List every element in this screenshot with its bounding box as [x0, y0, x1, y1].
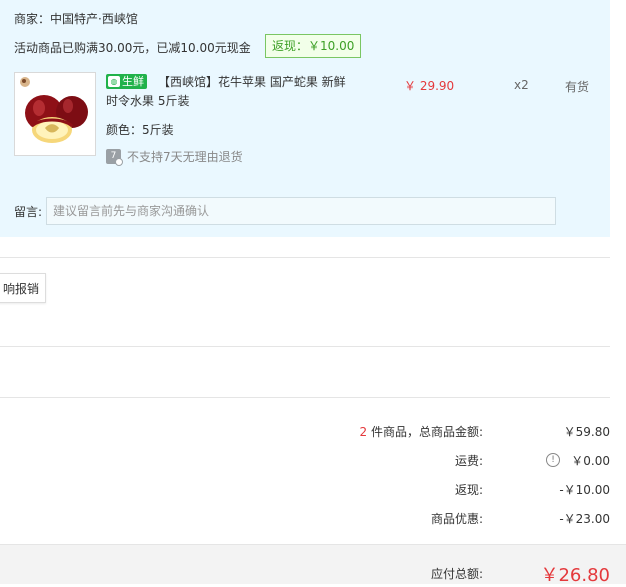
rebate-row: 返现: -￥10.00	[210, 481, 610, 499]
info-icon[interactable]: !	[546, 453, 560, 467]
promo-text: 活动商品已购满30.00元，已减10.00元现金	[14, 41, 251, 55]
total-panel: 应付总额: ￥26.80	[0, 544, 626, 586]
product-spec: 颜色：5斤装	[106, 123, 174, 137]
rebate-value: -￥10.00	[559, 483, 610, 497]
total-value: ￥26.80	[540, 565, 610, 586]
divider	[0, 397, 610, 398]
divider	[0, 346, 610, 347]
note-input[interactable]	[46, 197, 556, 225]
rebate-tag: 返现：￥10.00	[265, 34, 362, 58]
fresh-badge-label: 生鲜	[122, 75, 144, 88]
divider	[0, 257, 610, 258]
goods-total-value: ￥59.80	[563, 425, 610, 439]
return-policy: 7 不支持7天无理由退货	[106, 148, 243, 166]
unit-price: ￥ 29.90	[404, 79, 455, 93]
store-name[interactable]: 商家：中国特产·西峡馆	[14, 10, 138, 27]
shipping-value: ￥0.00	[571, 454, 610, 468]
note-label: 留言:	[14, 205, 43, 219]
return-policy-icon: 7	[106, 149, 123, 166]
return-policy-text: 不支持7天无理由退货	[127, 150, 243, 164]
discount-row: 商品优惠: -￥23.00	[210, 510, 610, 528]
fresh-badge: ◍ 生鲜	[106, 74, 147, 89]
discount-value: -￥23.00	[559, 512, 610, 526]
goods-total-text: 件商品，总商品金额:	[367, 425, 483, 439]
fresh-icon: ◍	[108, 76, 120, 87]
apple-image	[15, 73, 95, 155]
quantity: x2	[514, 78, 529, 92]
goods-total-row: 2 件商品，总商品金额: ￥59.80	[210, 423, 611, 441]
rebate-label: 返现:	[454, 483, 483, 497]
store-panel: 商家：中国特产·西峡馆 活动商品已购满30.00元，已减10.00元现金 返现：…	[0, 0, 610, 237]
shipping-label: 运费:	[454, 454, 483, 468]
stock-status: 有货	[565, 80, 590, 94]
invoice-button[interactable]: 响报销	[0, 273, 46, 303]
goods-total-label: 2 件商品，总商品金额:	[360, 423, 484, 440]
discount-label: 商品优惠:	[430, 512, 483, 526]
item-count: 2	[359, 425, 368, 439]
total-label: 应付总额:	[430, 567, 483, 581]
product-image[interactable]	[14, 72, 96, 156]
shipping-row: 运费: ! ￥0.00	[210, 452, 610, 470]
